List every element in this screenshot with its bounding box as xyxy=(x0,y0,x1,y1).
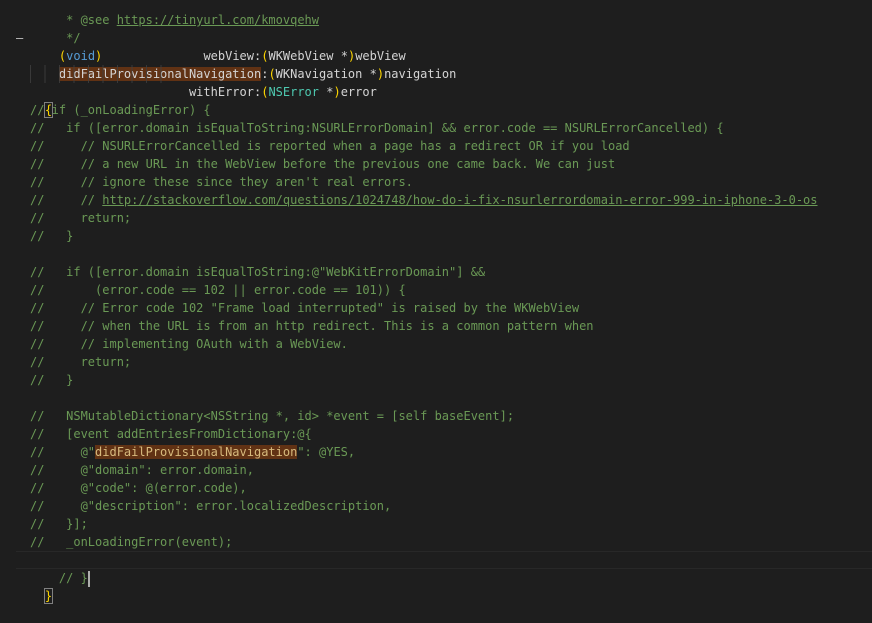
code-line: // [event addEntriesFromDictionary:@{ xyxy=(0,425,872,443)
comment-text: // // NSURLErrorCancelled is reported wh… xyxy=(30,139,630,153)
code-line: didFailProvisionalNavigation:(WKNavigati… xyxy=(0,47,872,81)
code-line: withError:(NSError *)error xyxy=(0,65,872,99)
comment-text: // // a new URL in the WebView before th… xyxy=(30,157,616,171)
comment-text: // } xyxy=(30,373,74,387)
fold-toggle-icon[interactable]: – xyxy=(16,29,28,47)
code-line: // // a new URL in the WebView before th… xyxy=(0,155,872,173)
comment-text: // // xyxy=(30,193,103,207)
code-editor[interactable]: * @see https://tinyurl.com/kmovqehw */ –… xyxy=(0,0,872,604)
code-line: // @"didFailProvisionalNavigation": @YES… xyxy=(0,443,872,461)
code-line: // (error.code == 102 || error.code == 1… xyxy=(0,281,872,299)
comment-text: // // implementing OAuth with a WebView. xyxy=(30,337,348,351)
code-line: // return; xyxy=(0,209,872,227)
code-line: // if (_onLoadingError) { xyxy=(0,101,872,119)
close-brace: } xyxy=(43,588,54,604)
comment-text: // if ([error.domain isEqualToString:NSU… xyxy=(30,121,724,135)
comment-text: // // when the URL is from an http redir… xyxy=(30,319,594,333)
comment-text: // return; xyxy=(30,211,132,225)
comment-text: // if ([error.domain isEqualToString:@"W… xyxy=(30,265,486,279)
comment-text: // _onLoadingError(event); xyxy=(30,535,233,549)
code-line: } xyxy=(0,569,872,604)
comment-text: // (error.code == 102 || error.code == 1… xyxy=(30,283,406,297)
code-line: // NSMutableDictionary<NSString *, id> *… xyxy=(0,407,872,425)
code-line: // // implementing OAuth with a WebView. xyxy=(0,335,872,353)
comment-text: // // ignore these since they aren't rea… xyxy=(30,175,413,189)
comment-text: ": @YES, xyxy=(297,445,356,459)
comment-text: // @" xyxy=(30,445,96,459)
code-line: // // http://stackoverflow.com/questions… xyxy=(0,191,872,209)
comment-text: // NSMutableDictionary<NSString *, id> *… xyxy=(30,409,515,423)
code-line: // @"domain": error.domain, xyxy=(0,461,872,479)
comment-text: // return; xyxy=(30,355,132,369)
comment-text: // @"domain": error.domain, xyxy=(30,463,254,477)
code-line: // // NSURLErrorCancelled is reported wh… xyxy=(0,137,872,155)
code-line: // _onLoadingError(event); xyxy=(0,533,872,551)
stackoverflow-link[interactable]: http://stackoverflow.com/questions/10247… xyxy=(102,193,817,207)
code-line: // @"description": error.localizedDescri… xyxy=(0,497,872,515)
code-line: { xyxy=(0,83,872,118)
code-line: // if ([error.domain isEqualToString:@"W… xyxy=(0,263,872,281)
code-line: // return; xyxy=(0,353,872,371)
current-line-highlight xyxy=(16,551,872,569)
comment-text: // // Error code 102 "Frame load interru… xyxy=(30,301,580,315)
comment-text: // }]; xyxy=(30,517,88,531)
code-line: // // ignore these since they aren't rea… xyxy=(0,173,872,191)
comment-text: // [event addEntriesFromDictionary:@{ xyxy=(30,427,312,441)
code-line: * @see https://tinyurl.com/kmovqehw xyxy=(0,0,872,27)
code-line: */ xyxy=(0,11,872,45)
highlighted-key: didFailProvisionalNavigation xyxy=(95,445,298,459)
code-line: // } xyxy=(0,551,872,587)
comment-text: // if (_onLoadingError) { xyxy=(30,103,211,117)
comment-text: // @"description": error.localizedDescri… xyxy=(30,499,392,513)
code-line: // // Error code 102 "Frame load interru… xyxy=(0,299,872,317)
code-line: // } xyxy=(0,227,872,245)
code-line: // @"code": @(error.code), xyxy=(0,479,872,497)
code-line: // } xyxy=(0,371,872,389)
comment-text: // @"code": @(error.code), xyxy=(30,481,247,495)
comment-text: // } xyxy=(30,229,74,243)
indent-guides xyxy=(30,65,170,83)
code-line: // // when the URL is from an http redir… xyxy=(0,317,872,335)
code-line: // }]; xyxy=(0,515,872,533)
code-line: – (void) webView:(WKWebView *)webView xyxy=(0,29,872,63)
code-line: // if ([error.domain isEqualToString:NSU… xyxy=(0,119,872,137)
